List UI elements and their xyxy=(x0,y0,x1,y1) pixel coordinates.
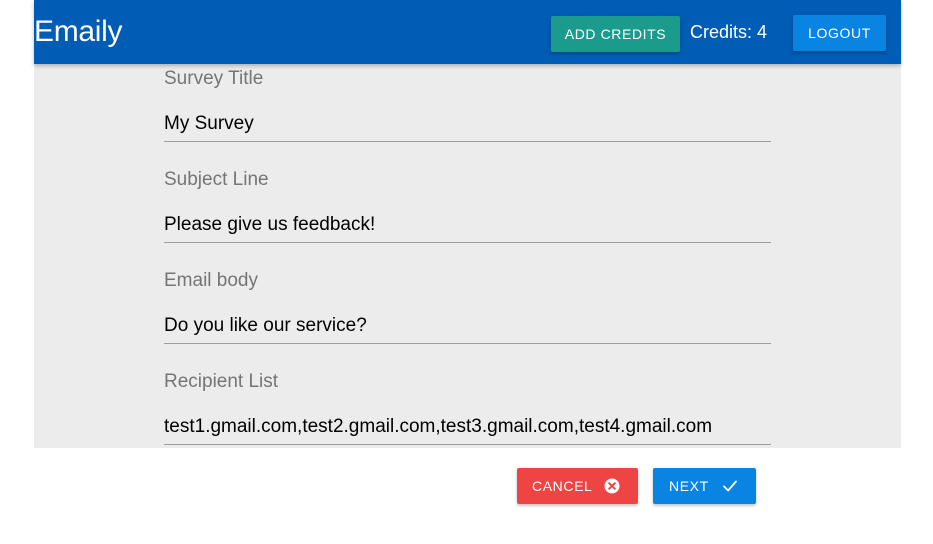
add-credits-button[interactable]: Add Credits xyxy=(551,16,680,52)
survey-title-input[interactable] xyxy=(164,106,771,142)
recipient-list-input[interactable] xyxy=(164,409,771,445)
next-button[interactable]: Next xyxy=(653,468,756,504)
survey-title-label: Survey Title xyxy=(164,68,264,89)
page: Emaily Add Credits Credits: 4 Logout Sur… xyxy=(0,0,933,544)
brand-logo[interactable]: Emaily xyxy=(34,0,123,64)
check-icon xyxy=(723,480,737,492)
logout-button[interactable]: Logout xyxy=(793,15,886,51)
next-button-label: Next xyxy=(669,478,709,494)
subject-line-label: Subject Line xyxy=(164,169,269,190)
subject-line-input[interactable] xyxy=(164,207,771,243)
credits-count: Credits: 4 xyxy=(690,22,768,42)
recipient-list-label: Recipient List xyxy=(164,371,279,392)
cancel-button-label: Cancel xyxy=(532,478,593,494)
survey-form: Survey Title Subject Line Email body Rec… xyxy=(34,64,901,448)
email-body-input[interactable] xyxy=(164,308,771,344)
cancel-button[interactable]: Cancel xyxy=(517,468,638,504)
close-circle-icon xyxy=(604,478,620,494)
navbar: Emaily Add Credits Credits: 4 Logout xyxy=(34,0,901,64)
email-body-label: Email body xyxy=(164,270,258,291)
